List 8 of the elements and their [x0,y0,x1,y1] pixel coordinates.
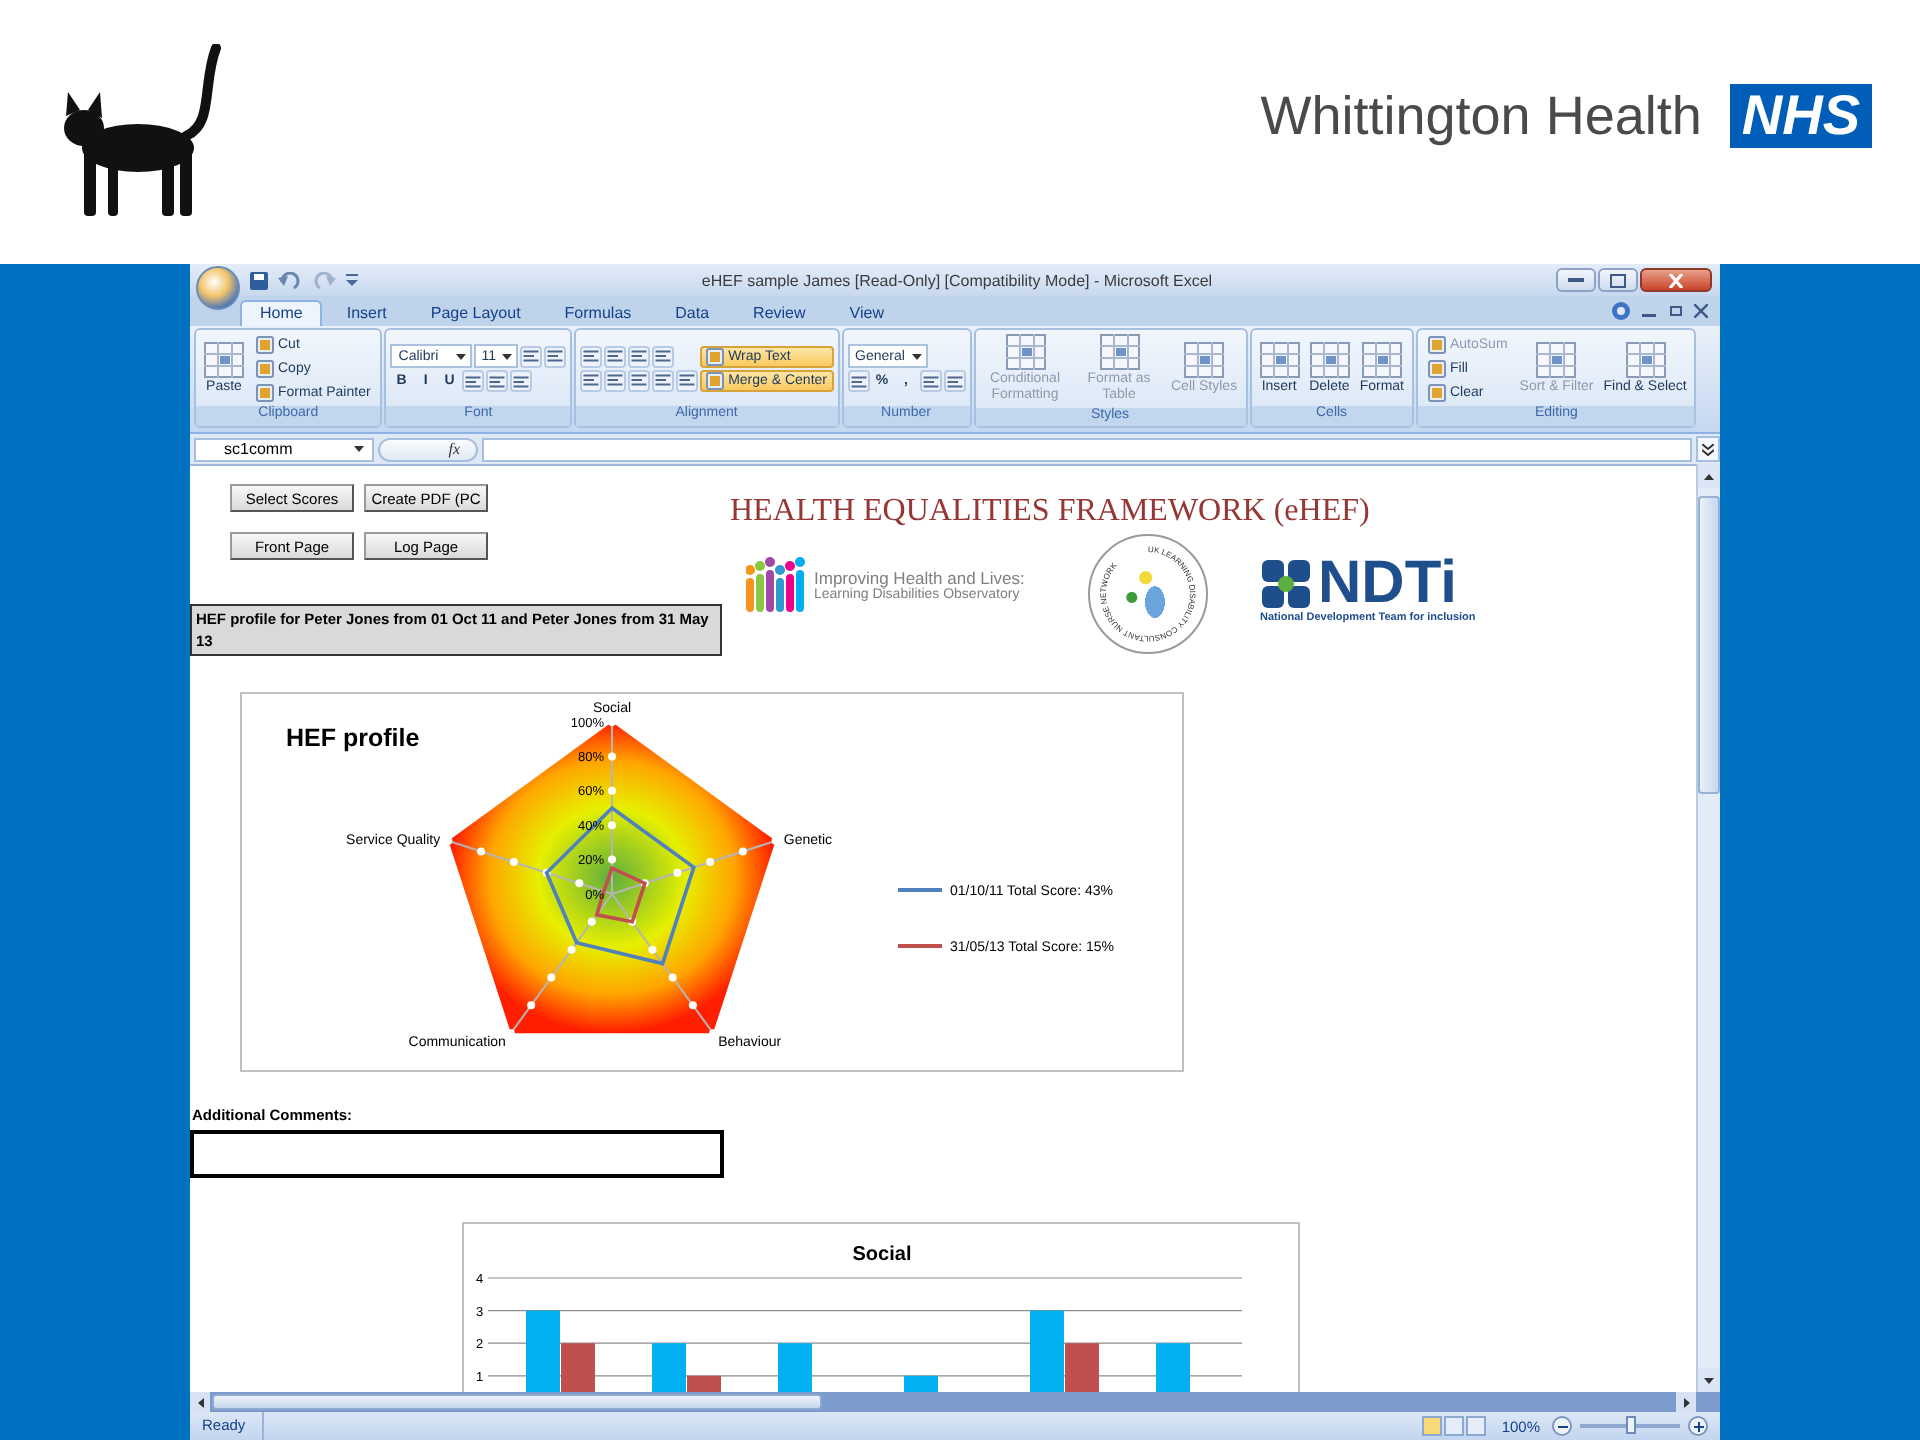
chart-title: Social [852,1244,912,1266]
sheet-heading: HEALTH EQUALITIES FRAMEWORK (eHEF) [730,494,1370,530]
chart-title: HEF profile [286,724,420,752]
logo-text: Improving Health and Lives: [814,567,1025,587]
window-title: eHEF sample James [Read-Only] [Compatibility Mode] - Microsoft Excel [699,271,1215,289]
nhs-logo: NHS [1729,84,1872,148]
logo-text: NDTi [1318,556,1457,612]
organisation-name: Whittington Health [1260,85,1702,147]
